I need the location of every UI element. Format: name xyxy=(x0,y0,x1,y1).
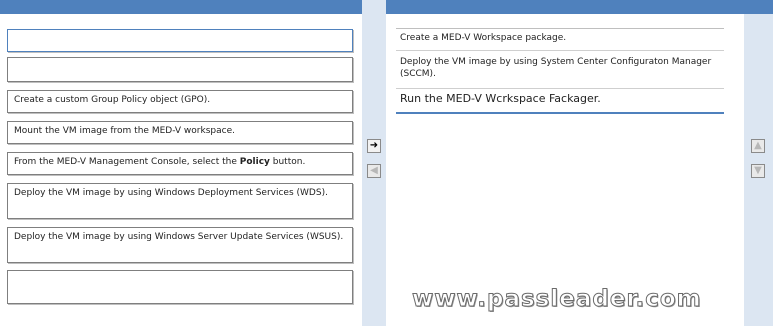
move-left-button[interactable]: ◀ xyxy=(367,164,381,178)
source-item-label: Mount the VM image from the MED-V worksp… xyxy=(14,126,235,136)
source-slot-empty[interactable] xyxy=(7,270,353,304)
source-item-deploy-wds[interactable]: Deploy the VM image by using Windows Dep… xyxy=(7,183,353,219)
right-panel-header xyxy=(386,0,773,14)
move-right-button[interactable]: ➜ xyxy=(367,139,381,153)
target-item-run-packager[interactable]: Run the MED-V Wcrkspace Fackager. xyxy=(396,90,724,114)
center-gutter xyxy=(362,0,386,326)
source-item-label: Deploy the VM image by using Windows Ser… xyxy=(14,232,344,242)
arrow-up-icon: ▲ xyxy=(754,140,762,151)
source-item-label: From the MED-V Management Console, selec… xyxy=(14,157,240,167)
source-item-label: Deploy the VM image by using Windows Dep… xyxy=(14,188,328,198)
source-item-deploy-wsus[interactable]: Deploy the VM image by using Windows Ser… xyxy=(7,227,353,263)
source-item-mount-vm-image[interactable]: Mount the VM image from the MED-V worksp… xyxy=(7,121,353,144)
arrow-right-icon: ➜ xyxy=(369,140,379,151)
target-item-label: Run the MED-V Wcrkspace Fackager. xyxy=(400,92,601,105)
target-item-label: Create a MED-V Workspace package. xyxy=(400,33,567,43)
target-item-deploy-sccm[interactable]: Deploy the VM image by using System Cent… xyxy=(396,53,724,89)
source-slot-empty[interactable] xyxy=(7,29,353,52)
arrow-down-icon: ▼ xyxy=(754,165,762,176)
source-item-label: Create a custom Group Policy object (GPO… xyxy=(14,95,211,105)
move-down-button[interactable]: ▼ xyxy=(751,164,765,178)
source-item-label-bold: Policy xyxy=(239,157,270,167)
left-panel-header xyxy=(0,0,362,14)
source-slot-empty[interactable] xyxy=(7,57,353,82)
source-item-select-policy[interactable]: From the MED-V Management Console, selec… xyxy=(7,152,353,175)
source-item-label: button. xyxy=(269,157,306,167)
arrow-left-icon: ◀ xyxy=(370,165,378,176)
target-item-create-package[interactable]: Create a MED-V Workspace package. xyxy=(396,28,724,51)
watermark: www.passleader.com xyxy=(412,286,702,313)
target-item-label: Deploy the VM image by using System Cent… xyxy=(400,57,712,79)
source-item-create-gpo[interactable]: Create a custom Group Policy object (GPO… xyxy=(7,90,353,113)
move-up-button[interactable]: ▲ xyxy=(751,139,765,153)
